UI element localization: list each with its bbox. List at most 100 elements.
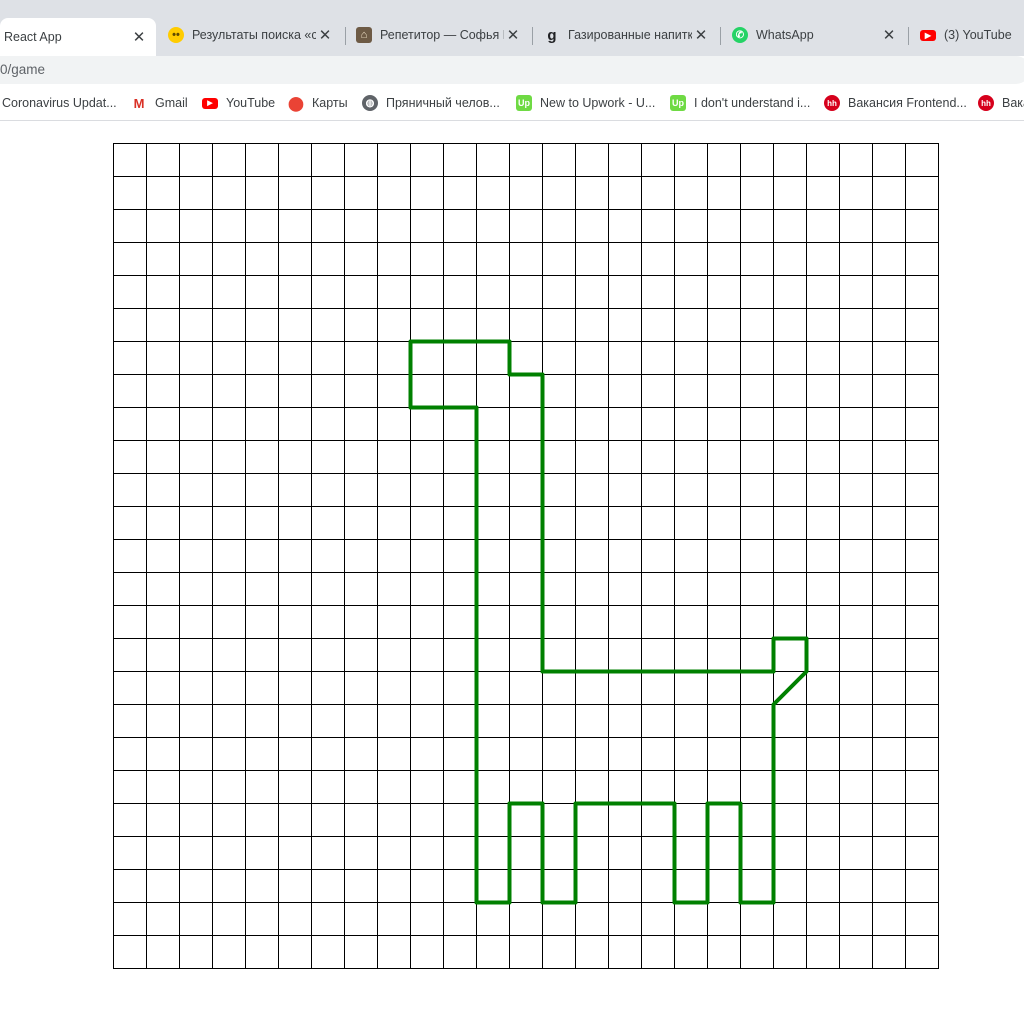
grid-cell[interactable]	[377, 440, 411, 474]
grid-cell[interactable]	[113, 902, 147, 936]
grid-cell[interactable]	[476, 638, 510, 672]
grid-cell[interactable]	[641, 770, 675, 804]
grid-cell[interactable]	[608, 737, 642, 771]
grid-cell[interactable]	[179, 506, 213, 540]
grid-cell[interactable]	[509, 440, 543, 474]
grid-cell[interactable]	[740, 473, 774, 507]
grid-cell[interactable]	[806, 803, 840, 837]
grid-cell[interactable]	[608, 506, 642, 540]
grid-cell[interactable]	[146, 275, 180, 309]
grid-cell[interactable]	[311, 374, 345, 408]
grid-cell[interactable]	[740, 836, 774, 870]
grid-cell[interactable]	[608, 704, 642, 738]
grid-cell[interactable]	[410, 770, 444, 804]
grid-cell[interactable]	[575, 506, 609, 540]
grid-cell[interactable]	[278, 275, 312, 309]
grid-cell[interactable]	[212, 407, 246, 441]
grid-cell[interactable]	[146, 539, 180, 573]
grid-cell[interactable]	[179, 704, 213, 738]
grid-cell[interactable]	[443, 770, 477, 804]
grid-cell[interactable]	[806, 242, 840, 276]
grid-cell[interactable]	[542, 836, 576, 870]
grid-cell[interactable]	[608, 308, 642, 342]
grid-cell[interactable]	[311, 638, 345, 672]
grid-cell[interactable]	[245, 176, 279, 210]
grid-cell[interactable]	[542, 209, 576, 243]
grid-cell[interactable]	[344, 770, 378, 804]
grid-cell[interactable]	[707, 506, 741, 540]
grid-cell[interactable]	[806, 473, 840, 507]
grid-cell[interactable]	[608, 638, 642, 672]
grid-cell[interactable]	[410, 605, 444, 639]
grid-cell[interactable]	[278, 704, 312, 738]
grid-cell[interactable]	[542, 374, 576, 408]
grid-cell[interactable]	[377, 935, 411, 969]
grid-cell[interactable]	[509, 836, 543, 870]
grid-cell[interactable]	[278, 803, 312, 837]
grid-cell[interactable]	[146, 440, 180, 474]
grid-cell[interactable]	[443, 704, 477, 738]
grid-cell[interactable]	[311, 308, 345, 342]
grid-cell[interactable]	[509, 572, 543, 606]
grid-cell[interactable]	[476, 935, 510, 969]
grid-cell[interactable]	[410, 473, 444, 507]
grid-cell[interactable]	[311, 473, 345, 507]
grid-cell[interactable]	[410, 902, 444, 936]
grid-cell[interactable]	[641, 242, 675, 276]
grid-cell[interactable]	[542, 143, 576, 177]
grid-cell[interactable]	[773, 275, 807, 309]
grid-cell[interactable]	[410, 836, 444, 870]
grid-cell[interactable]	[674, 671, 708, 705]
grid-cell[interactable]	[608, 869, 642, 903]
grid-cell[interactable]	[773, 539, 807, 573]
grid-cell[interactable]	[146, 143, 180, 177]
grid-cell[interactable]	[707, 275, 741, 309]
grid-cell[interactable]	[278, 671, 312, 705]
grid-cell[interactable]	[476, 143, 510, 177]
grid-cell[interactable]	[542, 341, 576, 375]
grid-cell[interactable]	[377, 407, 411, 441]
grid-cell[interactable]	[905, 473, 939, 507]
grid-cell[interactable]	[146, 902, 180, 936]
grid-cell[interactable]	[377, 341, 411, 375]
grid-cell[interactable]	[344, 176, 378, 210]
grid-cell[interactable]	[806, 671, 840, 705]
grid-cell[interactable]	[839, 275, 873, 309]
grid-cell[interactable]	[509, 605, 543, 639]
grid-cell[interactable]	[641, 506, 675, 540]
grid-cell[interactable]	[509, 341, 543, 375]
grid-cell[interactable]	[344, 209, 378, 243]
grid-cell[interactable]	[575, 770, 609, 804]
grid-cell[interactable]	[674, 836, 708, 870]
grid-cell[interactable]	[245, 341, 279, 375]
grid-cell[interactable]	[113, 539, 147, 573]
grid-cell[interactable]	[905, 407, 939, 441]
grid-cell[interactable]	[146, 308, 180, 342]
grid-cell[interactable]	[410, 935, 444, 969]
grid-cell[interactable]	[839, 902, 873, 936]
grid-cell[interactable]	[344, 605, 378, 639]
grid-cell[interactable]	[146, 473, 180, 507]
grid-cell[interactable]	[641, 902, 675, 936]
grid-cell[interactable]	[179, 242, 213, 276]
grid-cell[interactable]	[179, 605, 213, 639]
grid-cell[interactable]	[278, 209, 312, 243]
grid-cell[interactable]	[146, 737, 180, 771]
grid-cell[interactable]	[872, 374, 906, 408]
grid-cell[interactable]	[773, 605, 807, 639]
close-icon[interactable]: ✕	[316, 26, 334, 44]
grid-cell[interactable]	[608, 572, 642, 606]
tab-drinks[interactable]: g Газированные напитк ✕	[536, 18, 718, 52]
grid-cell[interactable]	[278, 440, 312, 474]
grid-cell[interactable]	[641, 671, 675, 705]
grid-cell[interactable]	[377, 770, 411, 804]
grid-cell[interactable]	[443, 836, 477, 870]
grid-cell[interactable]	[146, 671, 180, 705]
grid-cell[interactable]	[641, 341, 675, 375]
grid-cell[interactable]	[575, 176, 609, 210]
grid-cell[interactable]	[905, 143, 939, 177]
grid-cell[interactable]	[740, 572, 774, 606]
grid-cell[interactable]	[146, 506, 180, 540]
grid-cell[interactable]	[344, 704, 378, 738]
grid-cell[interactable]	[674, 209, 708, 243]
